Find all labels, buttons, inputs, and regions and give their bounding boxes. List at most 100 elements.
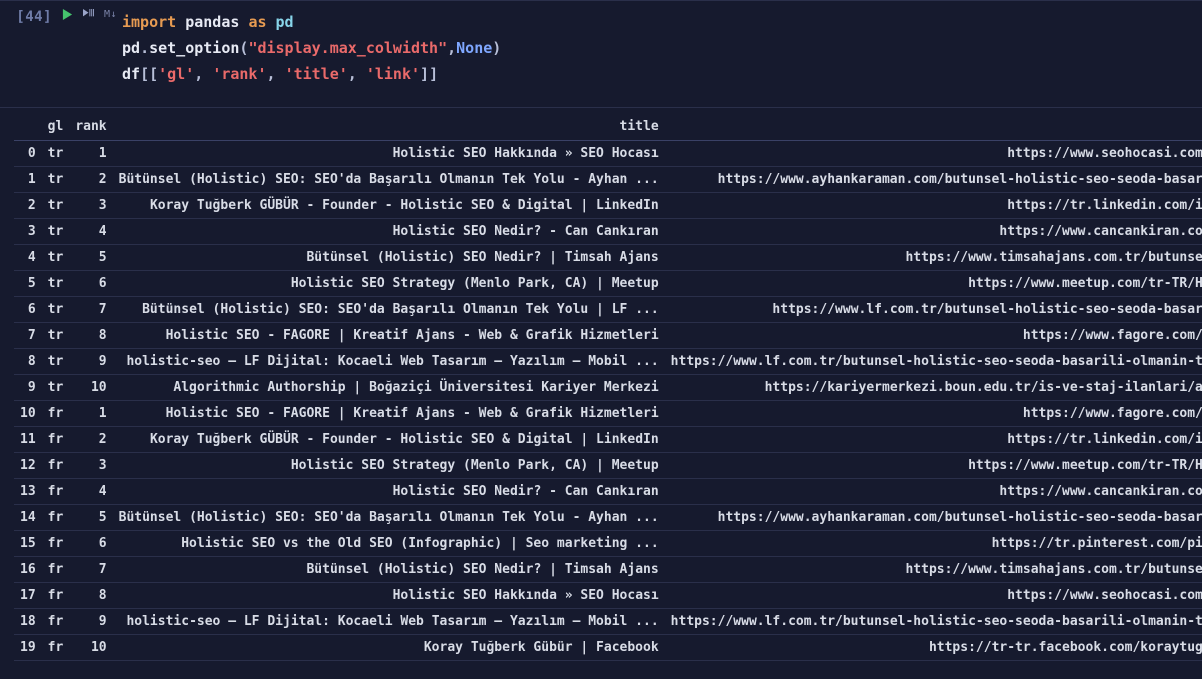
cell-rank: 10 bbox=[69, 374, 112, 400]
cell-toolbar: M↓ bbox=[58, 1, 122, 107]
cell-rank: 4 bbox=[69, 478, 112, 504]
prompt-area: [44] bbox=[0, 1, 58, 107]
cell-rank: 3 bbox=[69, 192, 112, 218]
table-row: 4tr5Bütünsel (Holistic) SEO Nedir? | Tim… bbox=[14, 244, 1202, 270]
cell-link: https://www.ayhankaraman.com/butunsel-ho… bbox=[665, 504, 1202, 530]
cell-gl: tr bbox=[42, 192, 70, 218]
cell-link: https://www.lf.com.tr/butunsel-holistic-… bbox=[665, 608, 1202, 634]
row-index: 6 bbox=[14, 296, 42, 322]
cell-title: Algorithmic Authorship | Boğaziçi Üniver… bbox=[113, 374, 665, 400]
row-index: 17 bbox=[14, 582, 42, 608]
table-row: 7tr8Holistic SEO - FAGORE | Kreatif Ajan… bbox=[14, 322, 1202, 348]
table-row: 13fr4Holistic SEO Nedir? - Can Cankıranh… bbox=[14, 478, 1202, 504]
row-index: 14 bbox=[14, 504, 42, 530]
table-row: 17fr8Holistic SEO Hakkında » SEO Hocasıh… bbox=[14, 582, 1202, 608]
cell-title: Holistic SEO Strategy (Menlo Park, CA) |… bbox=[113, 452, 665, 478]
row-index: 12 bbox=[14, 452, 42, 478]
cell-rank: 5 bbox=[69, 244, 112, 270]
code-line-1: import pandas as pd bbox=[122, 9, 1202, 35]
cell-title: Holistic SEO Nedir? - Can Cankıran bbox=[113, 478, 665, 504]
cell-title: Holistic SEO - FAGORE | Kreatif Ajans - … bbox=[113, 400, 665, 426]
col-rank: rank bbox=[69, 114, 112, 140]
cell-title: Holistic SEO Hakkında » SEO Hocası bbox=[113, 140, 665, 166]
cell-output: gl rank title link 0tr1Holistic SEO Hakk… bbox=[0, 108, 1202, 661]
cell-rank: 2 bbox=[69, 426, 112, 452]
row-index: 10 bbox=[14, 400, 42, 426]
cell-gl: tr bbox=[42, 374, 70, 400]
cell-gl: tr bbox=[42, 296, 70, 322]
cell-title: Bütünsel (Holistic) SEO Nedir? | Timsah … bbox=[113, 244, 665, 270]
cell-title: Bütünsel (Holistic) SEO: SEO'da Başarılı… bbox=[113, 296, 665, 322]
code-cell[interactable]: [44] M↓ import pandas as pd pd.set_optio… bbox=[0, 0, 1202, 108]
cell-rank: 7 bbox=[69, 556, 112, 582]
row-index: 19 bbox=[14, 634, 42, 660]
table-row: 16fr7Bütünsel (Holistic) SEO Nedir? | Ti… bbox=[14, 556, 1202, 582]
table-row: 14fr5Bütünsel (Holistic) SEO: SEO'da Baş… bbox=[14, 504, 1202, 530]
cell-rank: 2 bbox=[69, 166, 112, 192]
row-index: 2 bbox=[14, 192, 42, 218]
dataframe-table: gl rank title link 0tr1Holistic SEO Hakk… bbox=[14, 114, 1202, 661]
cell-link: https://www.fagore.com/en/blog/holistic-… bbox=[665, 322, 1202, 348]
cell-title: Bütünsel (Holistic) SEO: SEO'da Başarılı… bbox=[113, 504, 665, 530]
cell-title: Holistic SEO Nedir? - Can Cankıran bbox=[113, 218, 665, 244]
cell-title: holistic-seo – LF Dijital: Kocaeli Web T… bbox=[113, 348, 665, 374]
code-line-3: df[['gl', 'rank', 'title', 'link']] bbox=[122, 61, 1202, 87]
table-row: 8tr9holistic-seo – LF Dijital: Kocaeli W… bbox=[14, 348, 1202, 374]
cell-gl: tr bbox=[42, 244, 70, 270]
table-row: 18fr9holistic-seo – LF Dijital: Kocaeli … bbox=[14, 608, 1202, 634]
col-title: title bbox=[113, 114, 665, 140]
cell-rank: 7 bbox=[69, 296, 112, 322]
cell-gl: tr bbox=[42, 140, 70, 166]
cell-rank: 9 bbox=[69, 608, 112, 634]
run-icon[interactable] bbox=[62, 9, 73, 20]
row-index: 0 bbox=[14, 140, 42, 166]
cell-gl: fr bbox=[42, 608, 70, 634]
cell-rank: 1 bbox=[69, 140, 112, 166]
cell-title: Holistic SEO Hakkında » SEO Hocası bbox=[113, 582, 665, 608]
execution-count: [44] bbox=[16, 9, 52, 25]
cell-link: https://www.seohocasi.com/etiket/holisti… bbox=[665, 582, 1202, 608]
cell-gl: fr bbox=[42, 426, 70, 452]
table-row: 9tr10Algorithmic Authorship | Boğaziçi Ü… bbox=[14, 374, 1202, 400]
code-line-2: pd.set_option("display.max_colwidth",Non… bbox=[122, 35, 1202, 61]
run-by-line-icon[interactable] bbox=[83, 9, 94, 20]
code-editor[interactable]: import pandas as pd pd.set_option("displ… bbox=[122, 1, 1202, 107]
cell-gl: fr bbox=[42, 634, 70, 660]
cell-link: https://www.lf.com.tr/butunsel-holistic-… bbox=[665, 296, 1202, 322]
table-row: 5tr6Holistic SEO Strategy (Menlo Park, C… bbox=[14, 270, 1202, 296]
cell-title: Bütünsel (Holistic) SEO: SEO'da Başarılı… bbox=[113, 166, 665, 192]
table-row: 3tr4Holistic SEO Nedir? - Can Cankıranht… bbox=[14, 218, 1202, 244]
cell-rank: 10 bbox=[69, 634, 112, 660]
cell-link: https://tr.pinterest.com/pin/11280116565… bbox=[665, 530, 1202, 556]
cell-link: https://www.seohocasi.com/etiket/holisti… bbox=[665, 140, 1202, 166]
row-index: 1 bbox=[14, 166, 42, 192]
cell-link: https://www.lf.com.tr/butunsel-holistic-… bbox=[665, 348, 1202, 374]
markdown-toggle[interactable]: M↓ bbox=[104, 9, 117, 20]
cell-link: https://www.meetup.com/tr-TR/Holistic-SE… bbox=[665, 270, 1202, 296]
cell-gl: fr bbox=[42, 452, 70, 478]
row-index: 5 bbox=[14, 270, 42, 296]
cell-link: https://tr.linkedin.com/in/koray-tugberk… bbox=[665, 192, 1202, 218]
row-index: 8 bbox=[14, 348, 42, 374]
cell-gl: tr bbox=[42, 218, 70, 244]
cell-title: Bütünsel (Holistic) SEO Nedir? | Timsah … bbox=[113, 556, 665, 582]
cell-link: https://www.cancankiran.com/holistic-seo… bbox=[665, 478, 1202, 504]
cell-rank: 6 bbox=[69, 530, 112, 556]
cell-gl: fr bbox=[42, 400, 70, 426]
cell-gl: fr bbox=[42, 530, 70, 556]
cell-gl: tr bbox=[42, 270, 70, 296]
table-row: 0tr1Holistic SEO Hakkında » SEO Hocasıht… bbox=[14, 140, 1202, 166]
cell-title: Holistic SEO vs the Old SEO (Infographic… bbox=[113, 530, 665, 556]
cell-title: Holistic SEO - FAGORE | Kreatif Ajans - … bbox=[113, 322, 665, 348]
cell-gl: tr bbox=[42, 322, 70, 348]
cell-title: Holistic SEO Strategy (Menlo Park, CA) |… bbox=[113, 270, 665, 296]
row-index: 3 bbox=[14, 218, 42, 244]
table-row: 10fr1Holistic SEO - FAGORE | Kreatif Aja… bbox=[14, 400, 1202, 426]
cell-rank: 8 bbox=[69, 582, 112, 608]
cell-title: holistic-seo – LF Dijital: Kocaeli Web T… bbox=[113, 608, 665, 634]
cell-title: Koray Tuğberk GÜBÜR - Founder - Holistic… bbox=[113, 192, 665, 218]
cell-gl: tr bbox=[42, 348, 70, 374]
cell-link: https://www.cancankiran.com/holistic-seo… bbox=[665, 218, 1202, 244]
cell-title: Koray Tuğberk GÜBÜR - Founder - Holistic… bbox=[113, 426, 665, 452]
cell-gl: fr bbox=[42, 504, 70, 530]
